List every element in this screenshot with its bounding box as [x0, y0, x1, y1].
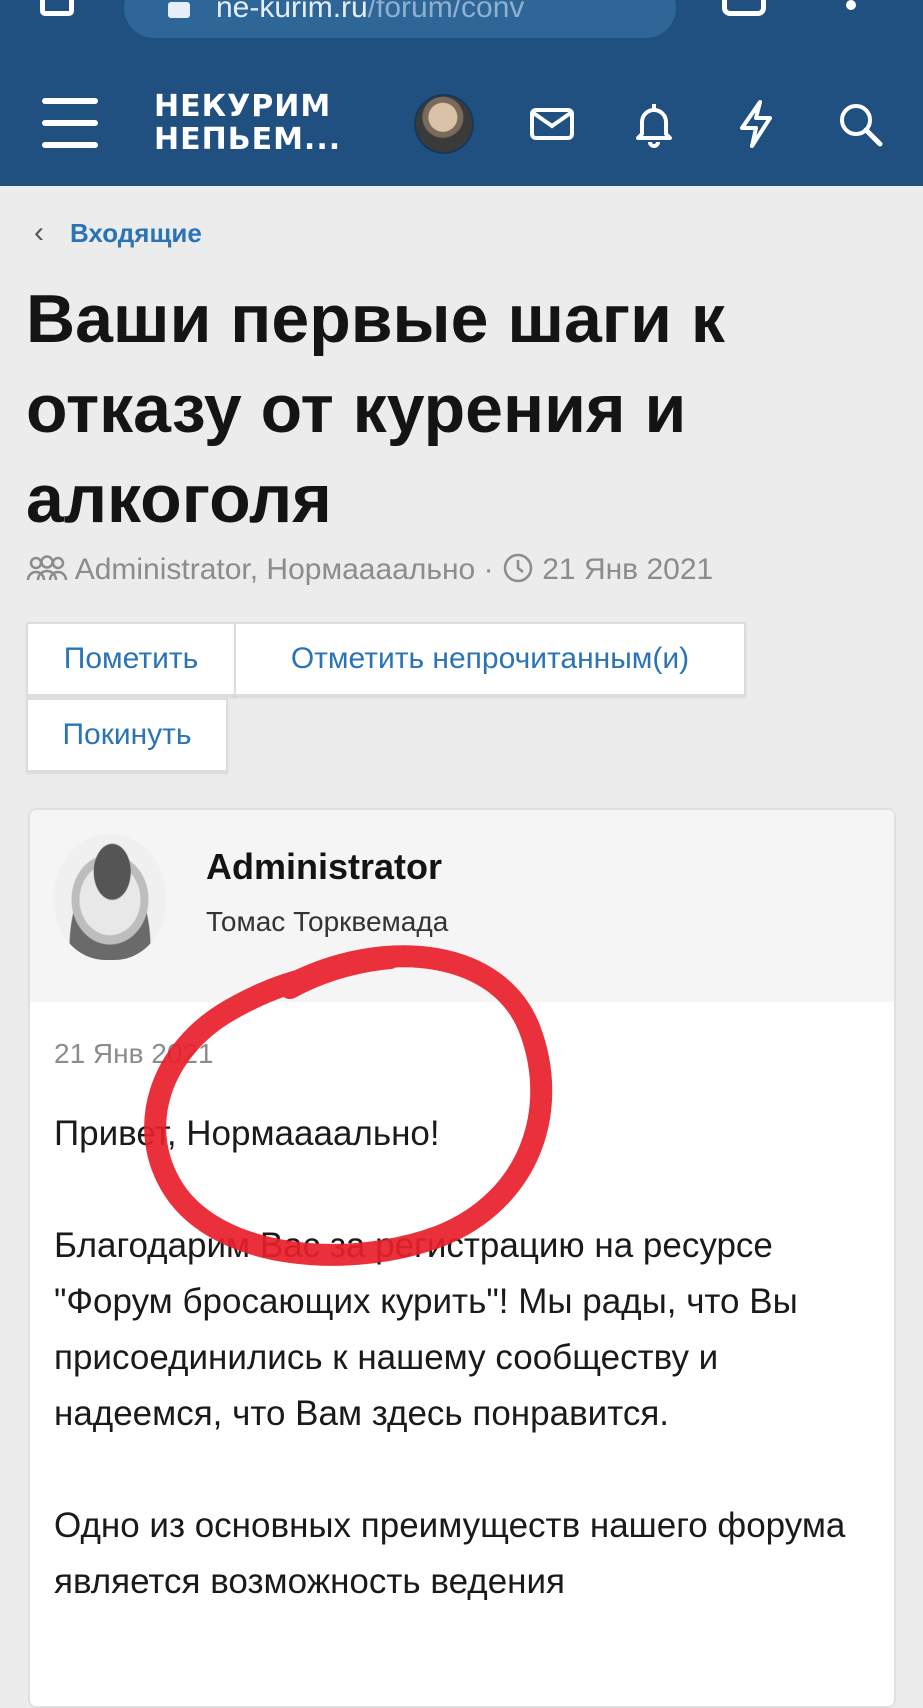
site-logo[interactable]: НЕКУРИМ НЕПЬЕМ... — [154, 90, 341, 156]
site-header: НЕКУРИМ НЕПЬЕМ... — [0, 60, 923, 186]
message-date[interactable]: 21 Янв 2021 — [54, 1038, 214, 1070]
message-author-block: Administrator Томас Торквемада — [30, 810, 894, 1002]
main-content: ‹ Входящие Ваши первые шаги к отказу от к… — [0, 186, 923, 1708]
user-avatar[interactable] — [414, 94, 474, 154]
mark-button[interactable]: Пометить — [26, 622, 236, 696]
address-bar[interactable]: ne-kurim.ru/forum/conv — [124, 0, 676, 38]
breadcrumb[interactable]: ‹ Входящие — [34, 216, 202, 250]
bell-icon[interactable] — [628, 98, 680, 150]
message-card: Administrator Томас Торквемада 21 Янв 20… — [28, 808, 896, 1708]
conversation-date: 21 Янв 2021 — [542, 553, 714, 586]
users-icon — [26, 554, 68, 592]
more-menu-icon[interactable] — [846, 0, 856, 10]
participants[interactable]: Administrator, Нормаааально — [75, 553, 476, 586]
tabs-icon[interactable] — [722, 0, 766, 16]
lock-icon — [168, 2, 190, 18]
url-host: ne-kurim.ru — [216, 0, 368, 24]
browser-toolbar: ne-kurim.ru/forum/conv — [0, 0, 923, 60]
page-title: Ваши первые шаги к отказу от курения и а… — [26, 281, 725, 537]
menu-icon[interactable] — [42, 98, 98, 148]
search-icon[interactable] — [834, 98, 886, 150]
logo-line1: НЕКУРИМ — [154, 89, 332, 124]
message-paragraph: Одно из основных преимуществ нашего фору… — [54, 1506, 846, 1601]
author-name[interactable]: Administrator — [206, 846, 442, 888]
meta-separator: · — [483, 553, 502, 586]
author-avatar[interactable] — [54, 834, 166, 960]
url-path: /forum/conv — [367, 0, 525, 24]
chevron-left-icon: ‹ — [34, 216, 44, 249]
home-icon[interactable] — [40, 0, 74, 16]
logo-line2: НЕПЬЕМ... — [154, 122, 342, 157]
conversation-meta: Administrator, Нормаааально · 21 Янв 202… — [26, 552, 713, 592]
mark-unread-button[interactable]: Отметить непрочитанным(и) — [234, 622, 746, 696]
mail-icon[interactable] — [526, 98, 578, 150]
message-paragraph: Привет, Нормаааально! — [54, 1114, 440, 1153]
clock-icon — [502, 552, 534, 592]
leave-button[interactable]: Покинуть — [26, 698, 228, 772]
message-paragraph: Благодарим Вас за регистрацию на ресурсе… — [54, 1226, 798, 1433]
bolt-icon[interactable] — [730, 98, 782, 150]
breadcrumb-label: Входящие — [70, 218, 202, 248]
message-body: Привет, Нормаааально! Благодарим Вас за … — [54, 1106, 874, 1666]
author-title: Томас Торквемада — [206, 906, 449, 937]
